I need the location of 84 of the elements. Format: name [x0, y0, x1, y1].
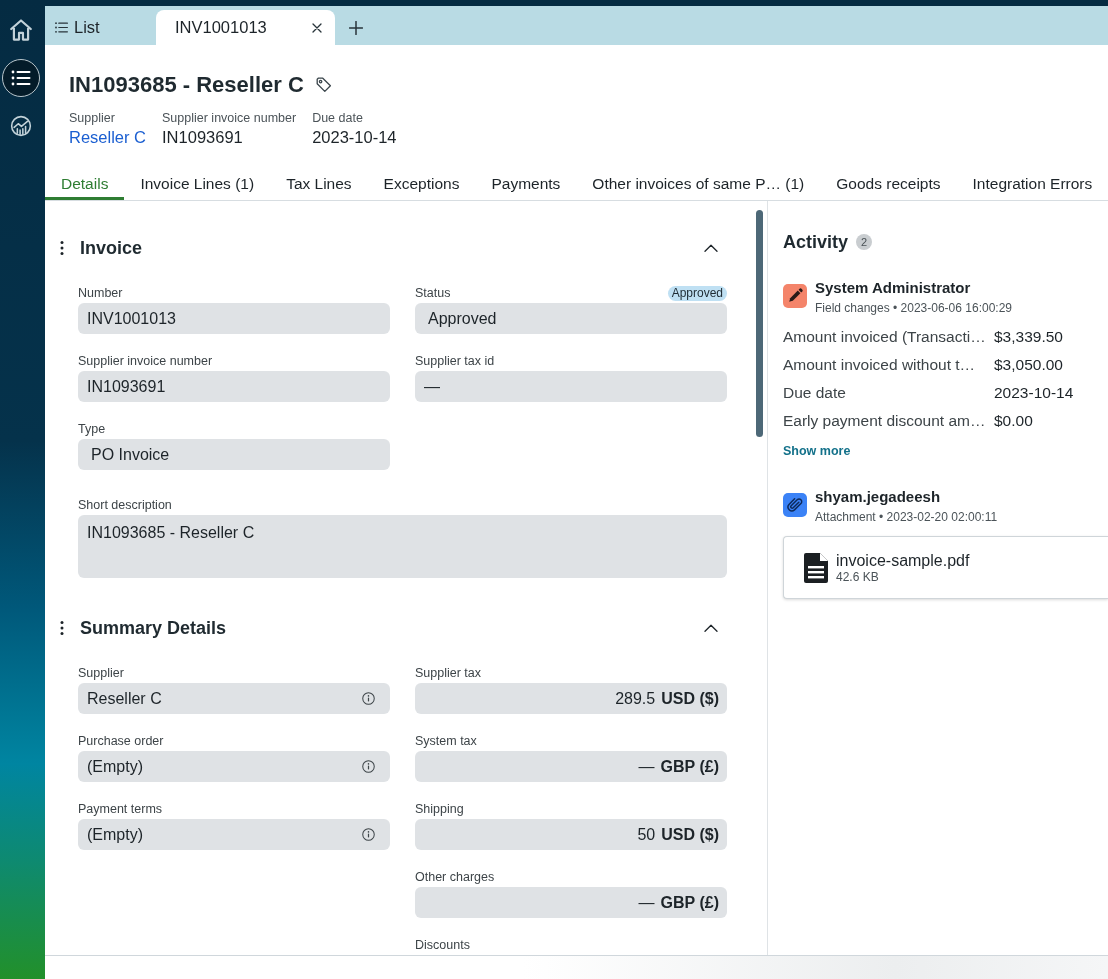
meta-label: Supplier invoice number [162, 110, 297, 126]
status-badge: Approved [667, 285, 727, 301]
list-icon [55, 22, 68, 33]
section-title: Summary Details [80, 617, 227, 639]
tab[interactable]: Tax Lines [270, 168, 368, 200]
change-value: $3,339.50 [994, 327, 1064, 347]
show-more-link[interactable]: Show more [783, 443, 851, 459]
field-label: Discounts [415, 937, 470, 953]
info-icon[interactable] [362, 828, 375, 841]
activity-meta: Attachment • 2023-02-20 02:00:11 [815, 509, 998, 525]
info-icon[interactable] [362, 692, 375, 705]
field-label: Payment terms [78, 801, 163, 817]
tag-icon[interactable] [315, 77, 332, 93]
text-area[interactable]: IN1093685 - Reseller C [78, 515, 727, 578]
field-label: System tax [415, 733, 477, 749]
record-tab[interactable]: INV1001013 [156, 10, 335, 45]
file-size: 42.6 KB [836, 570, 880, 584]
info-icon[interactable] [362, 760, 375, 773]
chevron-up-icon[interactable] [704, 244, 718, 252]
text-field[interactable]: — [415, 371, 727, 402]
change-label: Early payment discount am… [783, 411, 987, 431]
text-field[interactable]: IN1093691 [78, 371, 390, 402]
plus-icon[interactable] [349, 21, 363, 35]
tab[interactable]: Other invoices of same P… (1) [576, 168, 821, 200]
field-label: Supplier [78, 665, 124, 681]
field-label: Type [78, 421, 106, 437]
document-icon [804, 552, 828, 583]
tab[interactable]: Payments [475, 168, 577, 200]
list-tab[interactable]: List [45, 10, 156, 45]
tab[interactable]: Goods receipts [820, 168, 957, 200]
field-label: Supplier tax id [415, 353, 495, 369]
activity-title: Activity [783, 231, 849, 253]
meta-label: Due date [312, 110, 364, 126]
tab[interactable]: Integration Errors [956, 168, 1108, 200]
section-title: Invoice [80, 237, 143, 259]
chart-icon [9, 115, 32, 137]
amount-field[interactable]: — GBP (£) [415, 751, 727, 782]
tab[interactable]: Exceptions [367, 168, 476, 200]
field-label: Number [78, 285, 123, 301]
meta-value: 2023-10-14 [312, 127, 397, 148]
change-value: 2023-10-14 [994, 383, 1075, 403]
field-label: Supplier invoice number [78, 353, 213, 369]
lookup-field[interactable]: (Empty) [78, 819, 390, 850]
change-value: $0.00 [994, 411, 1034, 431]
field-label: Purchase order [78, 733, 164, 749]
user-name: shyam.jegadeesh [815, 488, 942, 506]
chevron-up-icon[interactable] [704, 624, 718, 632]
amount-field[interactable]: — GBP (£) [415, 887, 727, 918]
change-label: Amount invoiced (Transacti… [783, 327, 987, 347]
change-value: $3,050.00 [994, 355, 1064, 375]
home-icon [9, 19, 32, 41]
list-button[interactable] [1, 59, 40, 97]
field-label: Short description [78, 497, 172, 513]
pencil-icon [783, 284, 807, 308]
user-name: System Administrator [815, 279, 972, 297]
tab[interactable]: Details [45, 168, 125, 200]
supplier-link[interactable]: Reseller C [69, 126, 147, 148]
field-label: Other charges [415, 869, 495, 885]
meta-label: Supplier [69, 110, 116, 126]
count-badge: 2 [856, 234, 873, 250]
attachment-card[interactable]: invoice-sample.pdf 42.6 KB [783, 536, 1108, 599]
page-title: IN1093685 - Reseller C [69, 71, 304, 99]
vertical-dots-icon[interactable] [60, 621, 64, 635]
change-label: Amount invoiced without t… [783, 355, 977, 375]
file-name: invoice-sample.pdf [836, 551, 970, 570]
change-label: Due date [783, 383, 847, 403]
amount-field[interactable]: 50 USD ($) [415, 819, 727, 850]
vertical-dots-icon[interactable] [60, 241, 64, 255]
lookup-field[interactable]: Reseller C [78, 683, 390, 714]
lookup-field[interactable]: (Empty) [78, 751, 390, 782]
close-icon[interactable] [312, 22, 322, 33]
amount-field[interactable]: 289.5 USD ($) [415, 683, 727, 714]
list-icon [10, 70, 31, 86]
tab[interactable]: Invoice Lines (1) [124, 168, 271, 200]
paperclip-icon [783, 493, 807, 517]
activity-meta: Field changes • 2023-06-06 16:00:29 [815, 300, 1012, 316]
field-label: Shipping [415, 801, 464, 817]
field-label: Status [415, 285, 451, 301]
field-label: Supplier tax [415, 665, 481, 681]
scrollbar[interactable] [756, 210, 763, 437]
meta-value: IN1093691 [162, 127, 244, 148]
select-field[interactable]: PO Invoice [78, 439, 390, 470]
text-field[interactable]: INV1001013 [78, 303, 390, 334]
select-field[interactable]: Approved [415, 303, 727, 334]
